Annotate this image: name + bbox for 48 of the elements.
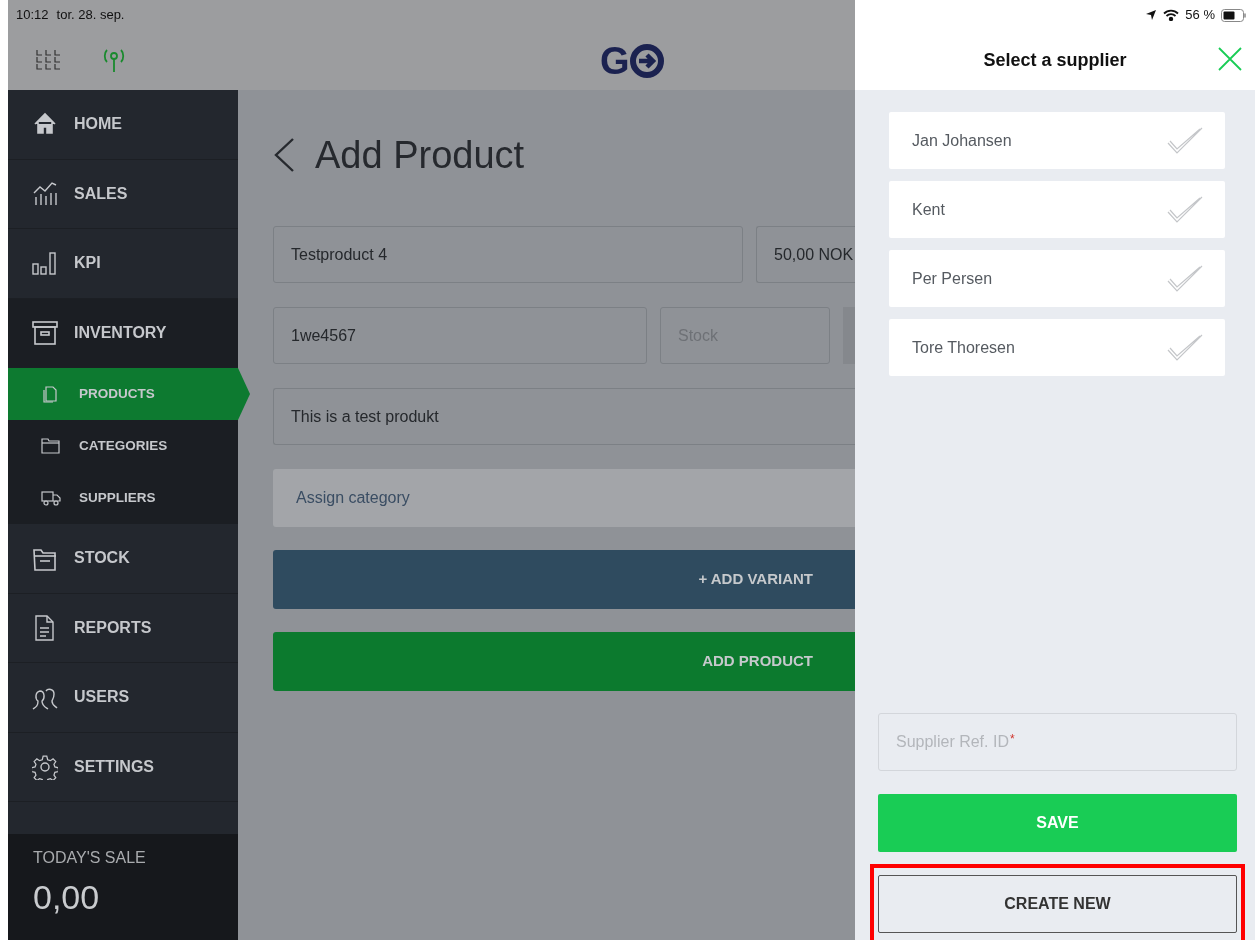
input-field[interactable]: This is a test produkt — [273, 388, 855, 445]
supplier-item[interactable]: Per Persen — [889, 250, 1225, 307]
close-button[interactable] — [1217, 46, 1243, 72]
sale-value: 0,00 — [33, 880, 101, 914]
input-field[interactable]: 50,00 NOK — [756, 226, 855, 283]
bar-chart-icon — [32, 250, 58, 277]
category-select[interactable]: Assign category — [273, 469, 855, 527]
antenna-icon[interactable] — [102, 47, 126, 73]
close-icon — [1217, 46, 1243, 72]
required-mark: * — [1010, 731, 1015, 748]
supplier-name: Per Persen — [912, 268, 993, 289]
grid-icon[interactable] — [36, 49, 62, 71]
create-new-button[interactable]: CREATE NEW — [878, 875, 1237, 933]
supplier-name: Tore Thoresen — [912, 337, 1015, 358]
battery-percent: 56 % — [1185, 6, 1215, 25]
supplier-item[interactable]: Tore Thoresen — [889, 319, 1225, 376]
sidebar-subitem[interactable]: CATEGORIES — [8, 420, 238, 472]
sidebar-item[interactable]: HOME — [8, 90, 238, 160]
chart-icon — [32, 180, 58, 207]
logo-letter: G — [600, 42, 630, 80]
sidebar-item[interactable]: STOCK — [8, 524, 238, 594]
panel-title: Select a supplier — [983, 48, 1127, 72]
sidebar-item[interactable]: SALES — [8, 159, 238, 229]
sidebar-item[interactable]: USERS — [8, 663, 238, 733]
back-chevron-icon[interactable] — [273, 137, 295, 173]
location-arrow-icon — [1145, 9, 1158, 21]
input-field[interactable]: 1we4567 — [273, 307, 647, 364]
sidebar-subitem[interactable]: SUPPLIERS — [8, 472, 238, 524]
sidebar-item[interactable]: KPI — [8, 229, 238, 299]
settings-icon — [32, 753, 58, 780]
folder-icon — [41, 436, 61, 456]
truck-icon — [41, 488, 61, 508]
supplier-item[interactable]: Kent — [889, 181, 1225, 238]
sidebar-item[interactable]: SETTINGS — [8, 732, 238, 802]
battery-icon — [1221, 8, 1247, 22]
supplier-name: Jan Johansen — [912, 130, 1012, 151]
wifi-icon — [1163, 9, 1180, 21]
input-field[interactable]: Testproduct 4 — [273, 226, 743, 283]
sidebar-item[interactable]: REPORTS — [8, 593, 238, 663]
supplier-name: Kent — [912, 199, 945, 220]
supplier-item[interactable]: Jan Johansen — [889, 112, 1225, 169]
sale-label: TODAY'S SALE — [33, 848, 147, 868]
status-time: 10:12 — [16, 6, 49, 25]
add-variant-button[interactable]: + ADD VARIANT — [273, 550, 855, 609]
arrow-circle-icon — [629, 44, 664, 78]
status-date: tor. 28. sep. — [56, 6, 125, 25]
archive-box-icon — [32, 319, 58, 346]
page-title: Add Product — [315, 132, 525, 178]
